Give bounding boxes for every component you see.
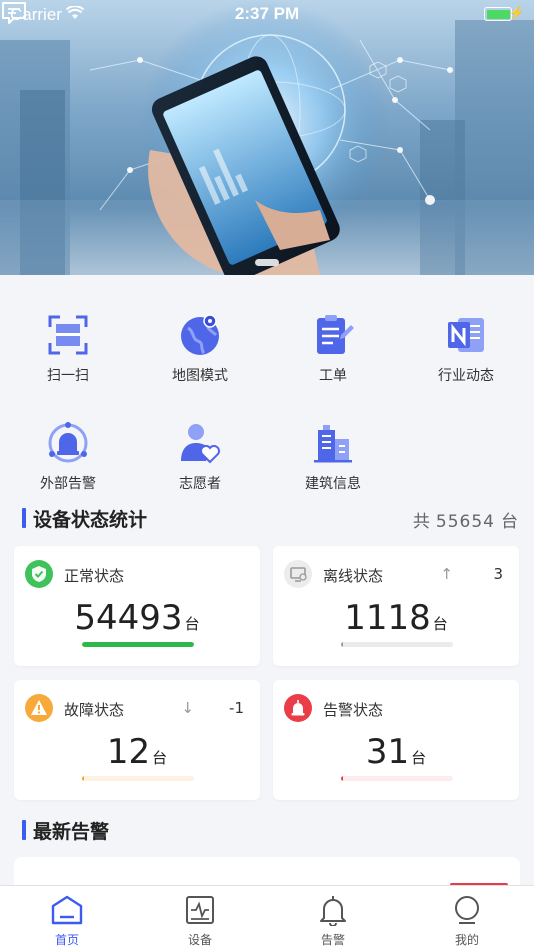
total-unit: 台	[501, 512, 518, 532]
total-count: 55654	[435, 512, 495, 532]
external-alarm-icon	[48, 422, 88, 463]
status-bar: Carrier 2:37 PM ⚡	[0, 0, 534, 30]
card-title: 告警状态	[323, 701, 384, 719]
card-value: 31 台	[273, 732, 519, 772]
quick-action-building[interactable]: 建筑信息	[273, 421, 393, 493]
profile-icon	[455, 896, 479, 924]
quick-action-label: 行业动态	[438, 368, 494, 384]
card-progress-fill	[82, 776, 84, 781]
stat-card-fault[interactable]: 故障状态 ↓ -1 12 台	[14, 680, 260, 800]
trend-up-icon: ↑	[440, 565, 453, 583]
tab-device[interactable]: 设备	[160, 894, 240, 948]
card-delta: 3	[493, 565, 503, 583]
quick-action-external-alarm[interactable]: 外部告警	[8, 421, 128, 493]
tab-label: 我的	[454, 933, 479, 947]
card-unit: 台	[152, 749, 168, 767]
hero-banner[interactable]: Carrier 2:37 PM ⚡	[0, 0, 534, 275]
card-title: 离线状态	[323, 567, 384, 585]
card-number: 12	[106, 732, 151, 772]
total-prefix: 共	[412, 512, 430, 532]
device-monitor-icon	[186, 896, 214, 924]
banner-illustration	[0, 0, 534, 275]
stat-card-offline[interactable]: 离线状态 ↑ 3 1118 台	[273, 546, 519, 666]
card-value: 12 台	[14, 732, 260, 772]
quick-action-label: 工单	[319, 368, 347, 384]
card-title: 故障状态	[64, 701, 125, 719]
battery-icon	[484, 7, 512, 21]
quick-action-map[interactable]: 地图模式	[140, 313, 260, 385]
tab-label: 设备	[187, 933, 212, 947]
building-icon	[314, 425, 352, 463]
tab-label: 首页	[54, 933, 79, 947]
news-icon	[448, 318, 484, 352]
quick-action-news[interactable]: 行业动态	[406, 313, 526, 385]
charging-icon: ⚡	[508, 5, 525, 20]
tab-alarm[interactable]: 告警	[293, 894, 373, 948]
card-progress-bar	[82, 642, 194, 647]
card-progress-bar	[341, 776, 453, 781]
tab-profile[interactable]: 我的	[427, 894, 507, 948]
stat-card-normal[interactable]: 正常状态 54493 台	[14, 546, 260, 666]
carousel-page-indicator	[255, 259, 279, 266]
card-unit: 台	[432, 615, 448, 633]
map-globe-icon	[181, 314, 219, 355]
alarm-bell-icon	[284, 694, 312, 722]
quick-action-volunteer[interactable]: 志愿者	[140, 421, 260, 493]
bell-icon	[320, 896, 346, 927]
home-icon	[51, 895, 83, 925]
card-progress-fill	[341, 642, 344, 647]
card-progress-fill	[82, 642, 194, 647]
card-title: 正常状态	[64, 567, 125, 585]
card-number: 54493	[74, 598, 183, 638]
latest-alerts-heading: 最新告警	[22, 817, 109, 844]
quick-action-label: 外部告警	[40, 476, 96, 492]
device-stats-heading: 设备状态统计	[22, 505, 147, 532]
offline-monitor-icon	[284, 560, 312, 588]
device-total: 共 55654 台	[413, 507, 518, 532]
card-progress-bar	[82, 776, 194, 781]
card-delta: -1	[229, 699, 244, 717]
tab-home[interactable]: 首页	[27, 894, 107, 948]
quick-action-label: 志愿者	[179, 476, 221, 492]
warning-icon	[25, 694, 53, 722]
volunteer-icon	[181, 424, 220, 464]
shield-check-icon	[25, 560, 53, 588]
card-value: 54493 台	[14, 598, 260, 638]
clock: 2:37 PM	[234, 4, 300, 23]
scan-icon	[48, 315, 88, 355]
card-progress-fill	[341, 776, 343, 781]
quick-action-scan[interactable]: 扫一扫	[8, 313, 128, 385]
quick-action-label: 建筑信息	[305, 476, 361, 492]
quick-action-work-order[interactable]: 工单	[273, 313, 393, 385]
card-unit: 台	[184, 615, 200, 633]
card-number: 31	[365, 732, 410, 772]
bottom-tab-bar: 首页 设备 告警 我的	[0, 885, 534, 950]
card-progress-bar	[341, 642, 453, 647]
message-icon[interactable]	[0, 0, 28, 26]
card-number: 1118	[344, 598, 431, 638]
stat-card-alarm[interactable]: 告警状态 31 台	[273, 680, 519, 800]
card-unit: 台	[411, 749, 427, 767]
quick-action-label: 扫一扫	[47, 368, 89, 384]
card-value: 1118 台	[273, 598, 519, 638]
tab-label: 告警	[320, 933, 345, 947]
work-order-icon	[317, 315, 354, 354]
trend-down-icon: ↓	[181, 699, 194, 717]
quick-action-label: 地图模式	[172, 368, 228, 384]
